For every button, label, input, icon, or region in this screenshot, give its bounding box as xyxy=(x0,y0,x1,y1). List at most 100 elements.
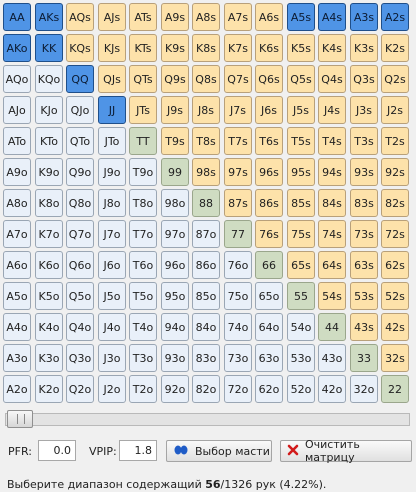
hand-cell-kk[interactable]: KK xyxy=(35,34,63,62)
vpip-field[interactable]: 1.8 xyxy=(119,440,157,461)
hand-cell-aqo[interactable]: AQo xyxy=(3,65,31,93)
hand-cell-k2s[interactable]: K2s xyxy=(381,34,409,62)
hand-cell-j5s[interactable]: J5s xyxy=(287,96,315,124)
hand-cell-32s[interactable]: 32s xyxy=(381,344,409,372)
hand-cell-t2s[interactable]: T2s xyxy=(381,127,409,155)
hand-cell-k7o[interactable]: K7o xyxy=(35,220,63,248)
hand-cell-t5s[interactable]: T5s xyxy=(287,127,315,155)
hand-cell-a4o[interactable]: A4o xyxy=(3,313,31,341)
hand-cell-a5s[interactable]: A5s xyxy=(287,3,315,31)
hand-cell-22[interactable]: 22 xyxy=(381,375,409,403)
hand-cell-k6o[interactable]: K6o xyxy=(35,251,63,279)
hand-cell-qjo[interactable]: QJo xyxy=(66,96,94,124)
hand-cell-j5o[interactable]: J5o xyxy=(98,282,126,310)
hand-cell-k9s[interactable]: K9s xyxy=(161,34,189,62)
hand-cell-aks[interactable]: AKs xyxy=(35,3,63,31)
hand-cell-77[interactable]: 77 xyxy=(224,220,252,248)
hand-cell-a5o[interactable]: A5o xyxy=(3,282,31,310)
hand-cell-q7o[interactable]: Q7o xyxy=(66,220,94,248)
hand-cell-j8s[interactable]: J8s xyxy=(192,96,220,124)
hand-cell-q8o[interactable]: Q8o xyxy=(66,189,94,217)
hand-cell-t3o[interactable]: T3o xyxy=(129,344,157,372)
slider-track[interactable] xyxy=(5,413,410,426)
hand-cell-t8s[interactable]: T8s xyxy=(192,127,220,155)
hand-cell-qto[interactable]: QTo xyxy=(66,127,94,155)
hand-cell-k5o[interactable]: K5o xyxy=(35,282,63,310)
hand-cell-95o[interactable]: 95o xyxy=(161,282,189,310)
hand-cell-k9o[interactable]: K9o xyxy=(35,158,63,186)
hand-cell-84s[interactable]: 84s xyxy=(318,189,346,217)
hand-cell-74o[interactable]: 74o xyxy=(224,313,252,341)
hand-cell-53o[interactable]: 53o xyxy=(287,344,315,372)
pfr-field[interactable]: 0.0 xyxy=(38,440,76,461)
hand-cell-j4s[interactable]: J4s xyxy=(318,96,346,124)
hand-cell-kqo[interactable]: KQo xyxy=(35,65,63,93)
hand-cell-jto[interactable]: JTo xyxy=(98,127,126,155)
hand-cell-54o[interactable]: 54o xyxy=(287,313,315,341)
hand-cell-jts[interactable]: JTs xyxy=(129,96,157,124)
hand-cell-65s[interactable]: 65s xyxy=(287,251,315,279)
hand-cell-75s[interactable]: 75s xyxy=(287,220,315,248)
hand-cell-k8o[interactable]: K8o xyxy=(35,189,63,217)
hand-cell-44[interactable]: 44 xyxy=(318,313,346,341)
hand-cell-t3s[interactable]: T3s xyxy=(350,127,378,155)
hand-cell-t9o[interactable]: T9o xyxy=(129,158,157,186)
hand-cell-98s[interactable]: 98s xyxy=(192,158,220,186)
hand-cell-a9o[interactable]: A9o xyxy=(3,158,31,186)
hand-cell-q6s[interactable]: Q6s xyxy=(255,65,283,93)
hand-cell-t5o[interactable]: T5o xyxy=(129,282,157,310)
hand-cell-87s[interactable]: 87s xyxy=(224,189,252,217)
hand-cell-j9s[interactable]: J9s xyxy=(161,96,189,124)
hand-cell-97s[interactable]: 97s xyxy=(224,158,252,186)
hand-cell-42s[interactable]: 42s xyxy=(381,313,409,341)
hand-cell-83o[interactable]: 83o xyxy=(192,344,220,372)
hand-cell-q5s[interactable]: Q5s xyxy=(287,65,315,93)
hand-cell-43s[interactable]: 43s xyxy=(350,313,378,341)
hand-cell-a3s[interactable]: A3s xyxy=(350,3,378,31)
hand-cell-t9s[interactable]: T9s xyxy=(161,127,189,155)
hand-cell-q5o[interactable]: Q5o xyxy=(66,282,94,310)
hand-cell-j7s[interactable]: J7s xyxy=(224,96,252,124)
hand-cell-55[interactable]: 55 xyxy=(287,282,315,310)
hand-cell-tt[interactable]: TT xyxy=(129,127,157,155)
hand-cell-j6o[interactable]: J6o xyxy=(98,251,126,279)
hand-cell-99[interactable]: 99 xyxy=(161,158,189,186)
hand-cell-ajo[interactable]: AJo xyxy=(3,96,31,124)
hand-cell-ats[interactable]: ATs xyxy=(129,3,157,31)
hand-cell-52o[interactable]: 52o xyxy=(287,375,315,403)
hand-cell-q9s[interactable]: Q9s xyxy=(161,65,189,93)
hand-cell-97o[interactable]: 97o xyxy=(161,220,189,248)
hand-cell-a8o[interactable]: A8o xyxy=(3,189,31,217)
hand-cell-92s[interactable]: 92s xyxy=(381,158,409,186)
hand-cell-a6s[interactable]: A6s xyxy=(255,3,283,31)
hand-cell-k8s[interactable]: K8s xyxy=(192,34,220,62)
hand-cell-kqs[interactable]: KQs xyxy=(66,34,94,62)
clear-matrix-button[interactable]: Очистить матрицу xyxy=(280,438,412,464)
hand-cell-t4o[interactable]: T4o xyxy=(129,313,157,341)
hand-cell-q9o[interactable]: Q9o xyxy=(66,158,94,186)
hand-cell-92o[interactable]: 92o xyxy=(161,375,189,403)
hand-cell-72s[interactable]: 72s xyxy=(381,220,409,248)
hand-cell-84o[interactable]: 84o xyxy=(192,313,220,341)
hand-cell-76o[interactable]: 76o xyxy=(224,251,252,279)
hand-cell-j3o[interactable]: J3o xyxy=(98,344,126,372)
hand-cell-65o[interactable]: 65o xyxy=(255,282,283,310)
hand-cell-96o[interactable]: 96o xyxy=(161,251,189,279)
hand-cell-q4s[interactable]: Q4s xyxy=(318,65,346,93)
suit-select-button[interactable]: Выбор масти xyxy=(166,440,272,462)
hand-cell-q7s[interactable]: Q7s xyxy=(224,65,252,93)
hand-cell-j8o[interactable]: J8o xyxy=(98,189,126,217)
hand-cell-k5s[interactable]: K5s xyxy=(287,34,315,62)
hand-cell-t7s[interactable]: T7s xyxy=(224,127,252,155)
hand-cell-62o[interactable]: 62o xyxy=(255,375,283,403)
hand-cell-33[interactable]: 33 xyxy=(350,344,378,372)
hand-cell-jj[interactable]: JJ xyxy=(98,96,126,124)
hand-cell-85o[interactable]: 85o xyxy=(192,282,220,310)
hand-cell-86s[interactable]: 86s xyxy=(255,189,283,217)
hand-cell-j9o[interactable]: J9o xyxy=(98,158,126,186)
hand-cell-qjs[interactable]: QJs xyxy=(98,65,126,93)
hand-cell-t8o[interactable]: T8o xyxy=(129,189,157,217)
hand-cell-t6o[interactable]: T6o xyxy=(129,251,157,279)
slider-thumb[interactable] xyxy=(7,410,33,428)
hand-cell-q3s[interactable]: Q3s xyxy=(350,65,378,93)
